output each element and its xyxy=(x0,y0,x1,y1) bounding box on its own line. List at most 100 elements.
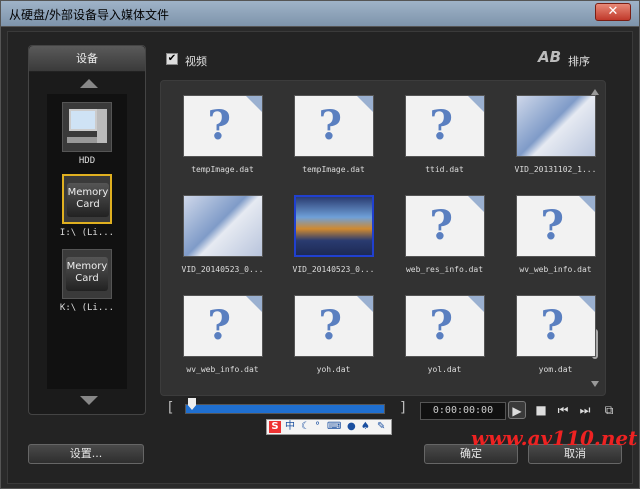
unknown-file-icon: ? xyxy=(207,102,231,149)
sort-icon[interactable]: AB xyxy=(538,48,561,66)
page-fold-icon xyxy=(356,296,373,312)
memory-card-text: Memory Card xyxy=(67,183,109,217)
device-label: K:\ (Li... xyxy=(59,303,115,313)
video-preview-image xyxy=(295,197,372,255)
settings-button[interactable]: 设置... xyxy=(28,444,144,464)
device-item-memory-card-1[interactable]: Memory Card I:\ (Li... xyxy=(57,174,117,238)
device-list: HDD Memory Card I:\ (Li... Memory Card K… xyxy=(47,94,127,389)
device-scroll-up-icon[interactable] xyxy=(80,79,98,88)
page-fold-icon xyxy=(578,296,595,312)
file-item[interactable]: ? tempImage.dat xyxy=(286,95,381,174)
mark-out-bracket[interactable]: ] xyxy=(400,400,405,416)
unknown-file-icon: ? xyxy=(318,302,342,349)
file-label: VID_20140523_0... xyxy=(181,265,264,274)
file-label: yol.dat xyxy=(427,365,462,374)
file-label: web_res_info.dat xyxy=(405,265,484,274)
video-checkbox-label: 视频 xyxy=(185,55,207,68)
trim-track[interactable] xyxy=(185,404,385,414)
file-thumbnail: ? xyxy=(404,95,485,157)
page-fold-icon xyxy=(578,196,595,212)
file-label: yom.dat xyxy=(538,365,573,374)
file-thumbnail xyxy=(515,95,596,157)
import-media-dialog: 从硬盘/外部设备导入媒体文件 ✕ 设备 HDD Memory Card I:\ … xyxy=(0,0,640,489)
page-fold-icon xyxy=(356,96,373,112)
device-panel-header: 设备 xyxy=(29,46,145,72)
next-button[interactable]: ⏭ xyxy=(576,401,594,419)
file-grid: ? tempImage.dat? tempImage.dat? ttid.dat VID… xyxy=(160,80,606,396)
close-button[interactable]: ✕ xyxy=(595,3,631,21)
skin-icon[interactable]: ♠ xyxy=(361,421,370,433)
scroll-down-icon[interactable] xyxy=(591,381,599,387)
stop-icon: ■ xyxy=(535,403,547,417)
file-item[interactable]: ? yol.dat xyxy=(397,295,492,374)
file-item[interactable]: ? ttid.dat xyxy=(397,95,492,174)
unknown-file-icon: ? xyxy=(540,302,564,349)
video-file-icon xyxy=(516,96,595,156)
video-checkbox[interactable]: ✔ xyxy=(166,53,178,65)
file-label: wv_web_info.dat xyxy=(519,265,592,274)
device-item-memory-card-2[interactable]: Memory Card K:\ (Li... xyxy=(57,249,117,313)
file-item[interactable]: ? web_res_info.dat xyxy=(397,195,492,274)
unknown-file-icon: ? xyxy=(429,102,453,149)
unknown-file-icon: ? xyxy=(429,302,453,349)
file-thumbnail: ? xyxy=(182,295,263,357)
moon-icon[interactable]: ☾ xyxy=(301,421,310,433)
keyboard-icon[interactable]: ⌨ xyxy=(327,421,341,433)
file-thumbnail: ? xyxy=(182,95,263,157)
file-thumbnail xyxy=(182,195,263,257)
mark-in-bracket[interactable]: [ xyxy=(168,400,173,416)
file-thumbnail: ? xyxy=(404,295,485,357)
dialog-body: 设备 HDD Memory Card I:\ (Li... Memory Car… xyxy=(7,31,633,484)
file-thumbnail: ? xyxy=(404,195,485,257)
timecode-display[interactable]: 0:00:00:00 xyxy=(420,402,506,420)
file-item[interactable]: ? yoh.dat xyxy=(286,295,381,374)
skip-back-icon: ⏮ xyxy=(557,403,569,417)
page-fold-icon xyxy=(467,196,484,212)
file-label: ttid.dat xyxy=(425,165,464,174)
window-title: 从硬盘/外部设备导入媒体文件 xyxy=(9,8,170,22)
device-panel: 设备 HDD Memory Card I:\ (Li... Memory Car… xyxy=(28,45,146,415)
snapshot-button[interactable]: ⧉ xyxy=(600,401,618,419)
stop-button[interactable]: ■ xyxy=(532,401,550,419)
file-item[interactable]: ? wv_web_info.dat xyxy=(508,195,603,274)
ime-mode[interactable]: 中 xyxy=(285,421,295,433)
tools-icon[interactable]: ✎ xyxy=(377,421,385,433)
file-thumbnail xyxy=(293,195,374,257)
file-label: VID_20131102_1... xyxy=(514,165,597,174)
file-thumbnail: ? xyxy=(293,295,374,357)
file-thumbnail: ? xyxy=(515,195,596,257)
unknown-file-icon: ? xyxy=(540,202,564,249)
device-item-hdd[interactable]: HDD xyxy=(57,102,117,166)
play-button[interactable]: ▶ xyxy=(508,401,526,419)
skip-forward-icon: ⏭ xyxy=(579,403,591,417)
file-thumbnail: ? xyxy=(515,295,596,357)
unknown-file-icon: ? xyxy=(318,102,342,149)
watermark: www.av110.net xyxy=(471,426,638,450)
memory-card-text: Memory Card xyxy=(66,257,108,291)
file-item[interactable]: ? tempImage.dat xyxy=(175,95,270,174)
page-fold-icon xyxy=(467,96,484,112)
ime-logo-icon[interactable]: S xyxy=(269,421,281,433)
file-label: tempImage.dat xyxy=(302,165,365,174)
previous-button[interactable]: ⏮ xyxy=(554,401,572,419)
file-label: VID_20140523_0... xyxy=(292,265,375,274)
memory-card-icon: Memory Card xyxy=(62,174,112,224)
play-icon: ▶ xyxy=(512,404,522,418)
page-fold-icon xyxy=(245,296,262,312)
sort-label[interactable]: 排序 xyxy=(568,53,590,69)
punctuation-icon[interactable]: ° xyxy=(315,421,320,433)
file-item[interactable]: VID_20140523_0... xyxy=(175,195,270,274)
ime-toolbar[interactable]: S 中 ☾ ° ⌨ ● ♠ ✎ xyxy=(266,419,392,435)
user-icon[interactable]: ● xyxy=(347,421,356,433)
device-label: I:\ (Li... xyxy=(59,228,115,238)
file-label: tempImage.dat xyxy=(191,165,254,174)
file-item[interactable]: VID_20131102_1... xyxy=(508,95,603,174)
video-file-icon xyxy=(183,196,262,256)
file-item[interactable]: ? wv_web_info.dat xyxy=(175,295,270,374)
file-label: wv_web_info.dat xyxy=(186,365,259,374)
device-scroll-down-icon[interactable] xyxy=(80,396,98,405)
file-item[interactable]: ? yom.dat xyxy=(508,295,603,374)
unknown-file-icon: ? xyxy=(207,302,231,349)
title-bar: 从硬盘/外部设备导入媒体文件 ✕ xyxy=(1,1,639,27)
file-item[interactable]: VID_20140523_0... xyxy=(286,195,381,274)
